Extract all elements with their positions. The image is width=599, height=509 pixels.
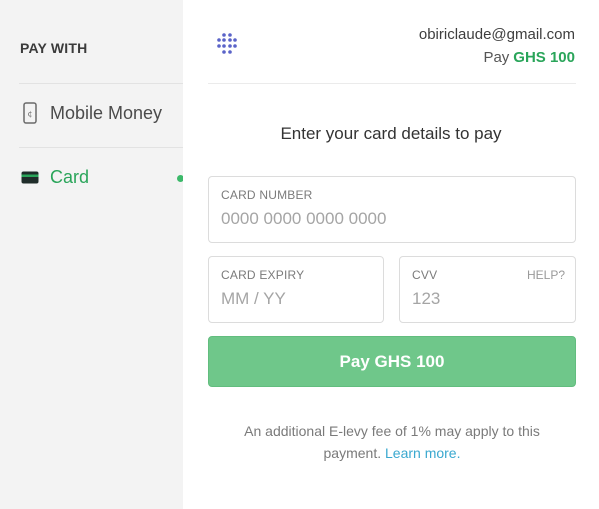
form-heading: Enter your card details to pay: [280, 124, 502, 143]
card-number-field[interactable]: CARD NUMBER: [208, 176, 576, 243]
sidebar-item-mobile-money[interactable]: ¢ Mobile Money: [20, 98, 162, 128]
credit-card-icon: [20, 165, 40, 189]
cvv-help-link[interactable]: HELP?: [527, 268, 565, 282]
customer-email: obiriclaude@gmail.com: [418, 26, 575, 43]
merchant-logo-icon: [215, 32, 239, 56]
sidebar-item-card[interactable]: Card: [20, 162, 89, 192]
payment-amount: GHS 100: [513, 49, 575, 66]
card-expiry-label: CARD EXPIRY: [221, 268, 305, 282]
e-levy-note: An additional E-levy fee of 1% may apply…: [223, 420, 561, 464]
payment-amount-line: Pay GHS 100: [483, 49, 575, 66]
payment-method-sidebar: PAY WITH ¢ Mobile Money Card: [0, 0, 184, 509]
sidebar-divider: [19, 83, 183, 84]
card-number-input[interactable]: [221, 209, 563, 229]
pay-button[interactable]: Pay GHS 100: [208, 336, 576, 387]
learn-more-link[interactable]: Learn more.: [385, 445, 460, 461]
payment-panel: obiriclaude@gmail.com Pay GHS 100 Enter y…: [183, 0, 599, 509]
svg-text:¢: ¢: [27, 110, 32, 119]
sidebar-item-label: Mobile Money: [50, 102, 163, 123]
cvv-label: CVV: [412, 268, 438, 282]
card-number-label: CARD NUMBER: [221, 188, 313, 202]
sidebar-item-label: Card: [50, 166, 90, 187]
header-divider: [208, 83, 576, 84]
sidebar-divider: [19, 147, 183, 148]
cvv-input[interactable]: [412, 289, 563, 309]
sidebar-title: PAY WITH: [20, 40, 88, 56]
mobile-phone-icon: ¢: [20, 101, 40, 125]
pay-prefix: Pay: [483, 49, 510, 66]
card-expiry-input[interactable]: [221, 289, 371, 309]
card-expiry-field[interactable]: CARD EXPIRY: [208, 256, 384, 323]
cvv-field[interactable]: CVV HELP?: [399, 256, 576, 323]
